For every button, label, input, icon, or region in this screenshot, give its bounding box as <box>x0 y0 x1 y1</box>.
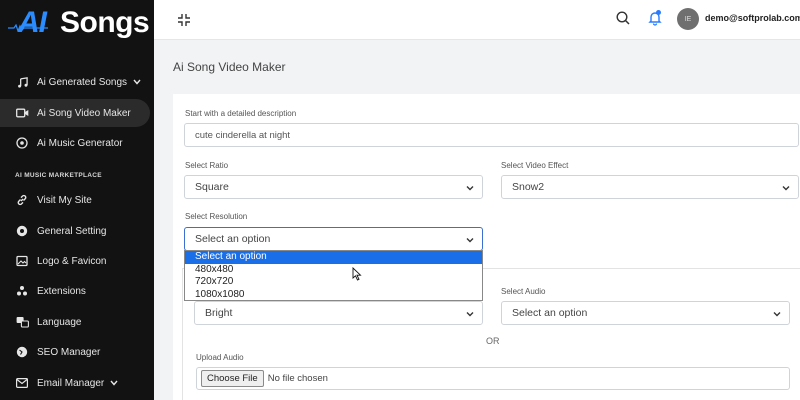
video-effect-label: Select Video Effect <box>501 161 569 170</box>
sidebar-item-language[interactable]: Language <box>0 308 154 336</box>
sidebar-item-ai-music-generator[interactable]: Ai Music Generator <box>0 129 154 157</box>
description-label: Start with a detailed description <box>185 109 297 118</box>
ratio-label: Select Ratio <box>185 161 229 170</box>
resolution-select-value: Select an option <box>195 233 271 245</box>
sidebar-item-seo-manager[interactable]: SEO Manager <box>0 338 154 366</box>
sidebar-item-general-setting[interactable]: General Setting <box>0 217 154 245</box>
chevron-down-icon <box>466 312 474 317</box>
music-generator-icon <box>15 136 29 150</box>
sidebar-item-label: SEO Manager <box>37 346 101 358</box>
description-input[interactable]: cute cinderella at night <box>184 123 799 147</box>
sidebar-item-ai-song-video-maker[interactable]: Ai Song Video Maker <box>0 99 150 127</box>
ratio-select-value: Square <box>195 181 229 193</box>
sidebar-item-label: Ai Song Video Maker <box>37 107 131 119</box>
extensions-icon <box>15 284 29 298</box>
sidebar-item-label: Ai Music Generator <box>37 137 123 149</box>
sidebar-item-label: General Setting <box>37 225 107 237</box>
or-divider: OR <box>486 336 500 346</box>
search-icon[interactable] <box>615 10 631 26</box>
dropdown-option[interactable]: 720x720 <box>185 276 482 289</box>
resolution-select[interactable]: Select an option <box>184 227 483 251</box>
resolution-dropdown-list: Select an option 480x480 720x720 1080x10… <box>184 250 483 301</box>
dropdown-option[interactable]: 1080x1080 <box>185 289 482 302</box>
logo-songs-text: Songs <box>60 6 150 39</box>
top-bar: IE demo@softprolab.com <box>154 0 800 40</box>
resolution-label: Select Resolution <box>185 212 248 221</box>
language-icon <box>15 315 29 329</box>
sidebar-item-ai-generated-songs[interactable]: Ai Generated Songs <box>0 68 154 96</box>
upload-audio-label: Upload Audio <box>196 353 244 362</box>
chevron-down-icon <box>133 77 141 88</box>
notification-dot <box>656 10 661 15</box>
audio-label: Select Audio <box>501 287 546 296</box>
sidebar-item-label: Language <box>37 316 82 328</box>
ratio-select[interactable]: Square <box>184 175 483 199</box>
file-status-text: No file chosen <box>267 373 328 384</box>
video-effect-select[interactable]: Snow2 <box>501 175 799 199</box>
collapse-sidebar-icon[interactable] <box>176 12 192 28</box>
sidebar-item-logo-favicon[interactable]: Logo & Favicon <box>0 247 154 275</box>
avatar[interactable]: IE <box>677 8 699 30</box>
chevron-down-icon <box>466 238 474 243</box>
choose-file-button[interactable]: Choose File <box>201 370 264 387</box>
user-email[interactable]: demo@softprolab.com <box>705 13 800 23</box>
sidebar: AI Songs Ai Generated Songs Ai Song Vide… <box>0 0 154 400</box>
audio-select-value: Select an option <box>512 307 588 319</box>
chevron-down-icon <box>782 186 790 191</box>
audio-select[interactable]: Select an option <box>501 301 790 325</box>
page-title: Ai Song Video Maker <box>173 60 286 74</box>
sidebar-item-email-manager[interactable]: Email Manager <box>0 369 154 397</box>
app-logo[interactable]: AI Songs <box>8 6 150 50</box>
sidebar-item-visit-my-site[interactable]: Visit My Site <box>0 186 154 214</box>
sidebar-item-label: Logo & Favicon <box>37 255 107 267</box>
globe-icon <box>15 345 29 359</box>
image-icon <box>15 254 29 268</box>
video-effect-select-value: Snow2 <box>512 181 545 193</box>
dropdown-option[interactable]: Select an option <box>185 251 482 264</box>
link-icon <box>15 193 29 207</box>
video-icon <box>15 106 29 120</box>
music-note-icon <box>15 75 29 89</box>
logo-ai-text: AI <box>18 6 47 39</box>
style-select-value: Bright <box>205 307 233 319</box>
settings-icon <box>15 224 29 238</box>
style-select[interactable]: Bright <box>194 301 483 325</box>
sidebar-item-extensions[interactable]: Extensions <box>0 277 154 305</box>
section-label-marketplace: AI MUSIC MARKETPLACE <box>15 172 102 179</box>
mouse-cursor-icon <box>352 267 362 281</box>
chevron-down-icon <box>110 378 118 389</box>
sidebar-item-label: Email Manager <box>37 377 105 389</box>
sidebar-item-label: Visit My Site <box>37 194 92 206</box>
dropdown-option[interactable]: 480x480 <box>185 264 482 277</box>
email-icon <box>15 376 29 390</box>
chevron-down-icon <box>773 312 781 317</box>
sidebar-item-label: Extensions <box>37 285 86 297</box>
sidebar-item-label: Ai Generated Songs <box>37 76 128 88</box>
avatar-initials: IE <box>684 15 692 23</box>
upload-audio-input[interactable]: Choose File No file chosen <box>196 367 790 390</box>
chevron-down-icon <box>466 186 474 191</box>
